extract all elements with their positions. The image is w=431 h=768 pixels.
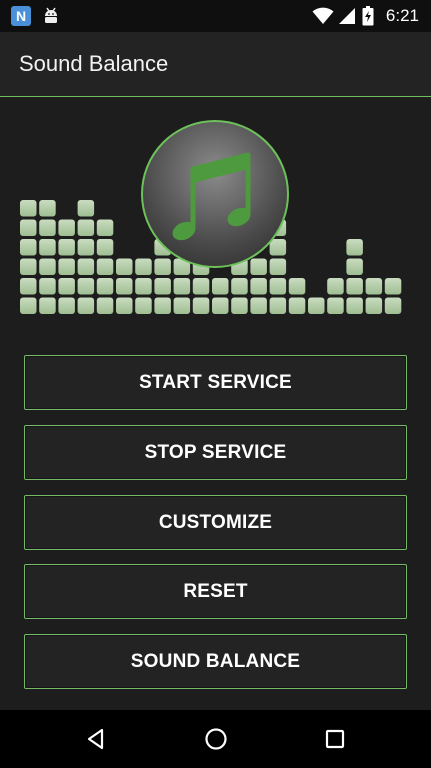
equalizer-tile: [135, 297, 152, 314]
equalizer-tile: [58, 239, 75, 256]
equalizer-tile: [173, 278, 191, 295]
reset-button[interactable]: RESET: [24, 564, 407, 619]
equalizer-tile: [77, 297, 95, 314]
equalizer-tile: [96, 297, 114, 314]
customize-button[interactable]: CUSTOMIZE: [24, 495, 407, 550]
equalizer-tile: [20, 200, 37, 217]
main-content: START SERVICE STOP SERVICE CUSTOMIZE RES…: [0, 97, 431, 710]
equalizer-tile: [116, 278, 133, 295]
equalizer-tile: [154, 297, 171, 314]
equalizer-tile: [77, 278, 95, 295]
equalizer-tile: [154, 278, 171, 295]
equalizer-tile: [58, 258, 75, 275]
cell-signal-icon: [338, 0, 356, 32]
equalizer-tile: [116, 258, 133, 275]
equalizer-tile: [39, 297, 56, 314]
back-icon[interactable]: [66, 710, 126, 768]
recents-icon[interactable]: [305, 710, 365, 768]
status-time: 6:21: [385, 6, 419, 25]
equalizer-tile: [346, 297, 363, 314]
equalizer-tile: [20, 258, 37, 275]
equalizer-tile: [96, 258, 114, 275]
equalizer-tile: [58, 297, 75, 314]
equalizer-tile: [20, 219, 37, 236]
android-debug-icon: [42, 0, 60, 32]
equalizer-tile: [269, 239, 287, 256]
equalizer-tile: [365, 297, 383, 314]
equalizer-tile: [39, 239, 56, 256]
equalizer-graphic: [20, 120, 402, 314]
equalizer-tile: [20, 239, 37, 256]
navigation-bar: [0, 710, 431, 768]
equalizer-tile: [384, 278, 402, 295]
equalizer-tile: [39, 278, 56, 295]
equalizer-tile: [346, 258, 363, 275]
equalizer-tile: [116, 297, 133, 314]
equalizer-tile: [327, 297, 344, 314]
svg-text:N: N: [16, 8, 26, 24]
equalizer-tile: [192, 278, 210, 295]
equalizer-tile: [269, 297, 287, 314]
equalizer-tile: [96, 278, 114, 295]
notification-n-icon: N: [10, 0, 32, 32]
status-bar: N 6:21: [0, 0, 431, 32]
equalizer-tile: [346, 239, 363, 256]
equalizer-tile: [250, 297, 267, 314]
equalizer-tile: [135, 278, 152, 295]
equalizer-tile: [288, 297, 306, 314]
equalizer-tile: [192, 297, 210, 314]
equalizer-tile: [173, 297, 191, 314]
equalizer-tile: [96, 219, 114, 236]
wifi-icon: [312, 0, 334, 32]
equalizer-tile: [308, 297, 325, 314]
equalizer-tile: [231, 297, 248, 314]
equalizer-tile: [20, 278, 37, 295]
equalizer-tile: [384, 297, 402, 314]
equalizer-tile: [135, 258, 152, 275]
home-icon[interactable]: [186, 710, 246, 768]
equalizer-tile: [154, 258, 171, 275]
sound-balance-button[interactable]: SOUND BALANCE: [24, 634, 407, 689]
equalizer-tile: [346, 278, 363, 295]
equalizer-tile: [58, 278, 75, 295]
equalizer-tile: [96, 239, 114, 256]
equalizer-tile: [58, 219, 75, 236]
equalizer-tile: [250, 278, 267, 295]
battery-charging-icon: [362, 0, 374, 32]
equalizer-tile: [288, 278, 306, 295]
app-bar: Sound Balance: [0, 32, 431, 97]
music-note-icon: [141, 120, 289, 268]
equalizer-tile: [77, 239, 95, 256]
start-service-button[interactable]: START SERVICE: [24, 355, 407, 410]
equalizer-tile: [77, 258, 95, 275]
page-title: Sound Balance: [19, 51, 169, 76]
equalizer-tile: [212, 297, 229, 314]
equalizer-tile: [39, 219, 56, 236]
stop-service-button[interactable]: STOP SERVICE: [24, 425, 407, 480]
equalizer-tile: [269, 278, 287, 295]
equalizer-tile: [39, 258, 56, 275]
equalizer-tile: [365, 278, 383, 295]
equalizer-tile: [77, 200, 95, 217]
equalizer-tile: [77, 219, 95, 236]
equalizer-tile: [269, 258, 287, 275]
equalizer-tile: [20, 297, 37, 314]
equalizer-tile: [231, 278, 248, 295]
equalizer-tile: [327, 278, 344, 295]
equalizer-tile: [250, 258, 267, 275]
equalizer-tile: [212, 278, 229, 295]
equalizer-tile: [39, 200, 56, 217]
